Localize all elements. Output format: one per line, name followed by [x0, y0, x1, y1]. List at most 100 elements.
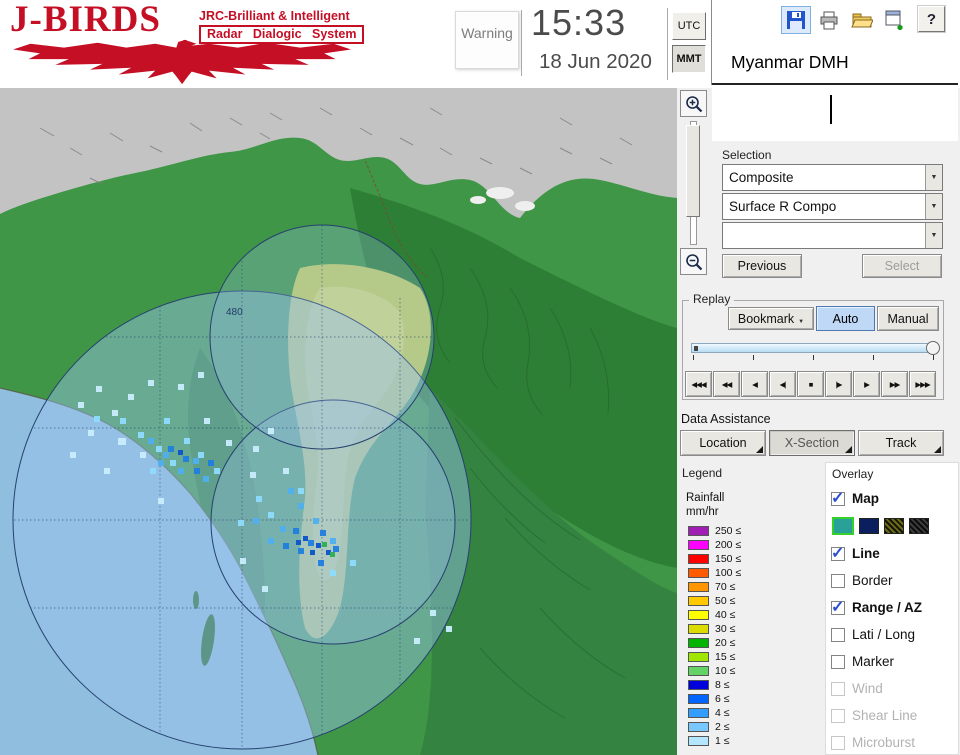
overlay-checkbox-row[interactable]: Shear Line [826, 702, 958, 729]
checkbox-icon[interactable] [831, 543, 845, 563]
text-caret [830, 95, 832, 124]
checkbox-icon[interactable] [831, 735, 845, 750]
surface-value: Surface R Compo [729, 199, 837, 214]
legend-entry: 250 ≤ [688, 524, 741, 538]
radar-map[interactable]: 480 [0, 88, 677, 755]
manual-button[interactable]: Manual [877, 306, 939, 331]
overlay-checkbox-label: Border [852, 573, 893, 588]
playback-button[interactable]: ▶▶▶ [909, 371, 936, 397]
map-style-swatch[interactable] [859, 518, 879, 534]
corner-dropdown-icon [756, 446, 763, 453]
overlay-checkbox-row[interactable]: Marker [826, 648, 958, 675]
zoom-slider-thumb[interactable] [686, 125, 700, 217]
map-style-swatch[interactable] [909, 518, 929, 534]
third-dropdown[interactable] [722, 222, 943, 249]
playback-button[interactable]: ◀| [769, 371, 796, 397]
overlay-checkbox-row[interactable]: Wind [826, 675, 958, 702]
bookmark-label: Bookmark [737, 311, 795, 326]
overlay-checkbox-row[interactable]: Lati / Long [826, 621, 958, 648]
composite-dropdown[interactable]: Composite [722, 164, 943, 191]
overlay-checkbox-row[interactable]: Line [826, 540, 958, 567]
data-assistance-button[interactable]: Track [858, 430, 944, 456]
playback-button[interactable]: ◀◀ [713, 371, 740, 397]
checkbox-icon[interactable] [831, 488, 845, 508]
print-icon [820, 11, 838, 30]
overlay-checkbox-row[interactable]: Microburst [826, 729, 958, 755]
legend-entry-label: 10 ≤ [715, 665, 736, 677]
legend-color-swatch [688, 582, 709, 592]
legend-entry-label: 2 ≤ [715, 721, 730, 733]
checkbox-icon[interactable] [831, 654, 845, 669]
composite-value: Composite [729, 170, 794, 185]
zoom-slider[interactable] [685, 121, 701, 245]
legend-entry-label: 8 ≤ [715, 679, 730, 691]
chevron-down-icon[interactable] [925, 165, 942, 190]
chevron-down-icon[interactable] [925, 223, 942, 248]
overlay-checkbox-row[interactable]: Border [826, 567, 958, 594]
header-divider [711, 0, 712, 85]
toolbar: ? [781, 6, 945, 34]
help-button[interactable]: ? [918, 6, 945, 32]
selection-label: Selection [722, 148, 772, 162]
product-list-box[interactable] [712, 88, 958, 141]
checkbox-icon[interactable] [831, 597, 845, 617]
auto-button[interactable]: Auto [816, 306, 875, 331]
map-style-swatch[interactable] [832, 517, 854, 535]
legend-entry: 8 ≤ [688, 678, 741, 692]
legend-entry: 20 ≤ [688, 636, 741, 650]
bookmark-button[interactable]: Bookmark [728, 307, 814, 330]
replay-slider-thumb[interactable] [926, 341, 940, 355]
map-style-swatch[interactable] [884, 518, 904, 534]
range-ring-label: 480 [226, 307, 243, 318]
utc-button[interactable]: UTC [672, 12, 706, 40]
legend-color-swatch [688, 540, 709, 550]
open-file-button[interactable] [847, 6, 877, 34]
legend-entry: 200 ≤ [688, 538, 741, 552]
playback-button[interactable]: ■ [797, 371, 824, 397]
overlay-checkbox-row[interactable]: Map [826, 485, 958, 512]
export-button[interactable] [880, 6, 910, 34]
logo-title: J-BIRDS [10, 0, 161, 40]
legend-color-swatch [688, 596, 709, 606]
chevron-down-icon[interactable] [925, 194, 942, 219]
legend-entry: 10 ≤ [688, 664, 741, 678]
replay-slider-track[interactable] [691, 343, 937, 353]
surface-dropdown[interactable]: Surface R Compo [722, 193, 943, 220]
checkbox-icon[interactable] [831, 627, 845, 642]
zoom-out-button[interactable] [680, 248, 707, 275]
mmt-button[interactable]: MMT [672, 45, 706, 73]
legend-color-swatch [688, 722, 709, 732]
playback-button[interactable]: |▶ [825, 371, 852, 397]
playback-button[interactable]: ▶▶ [881, 371, 908, 397]
legend-entry: 30 ≤ [688, 622, 741, 636]
data-assistance-button[interactable]: X-Section [769, 430, 855, 456]
legend-entry-label: 250 ≤ [715, 525, 742, 537]
previous-button[interactable]: Previous [722, 254, 802, 278]
overlay-checkbox-label: Map [852, 491, 879, 506]
radar-map-svg: 480 [0, 88, 677, 755]
zoom-in-button[interactable] [680, 90, 707, 117]
overlay-label: Overlay [832, 467, 874, 481]
playback-button[interactable]: ◀ [741, 371, 768, 397]
checkbox-icon[interactable] [831, 708, 845, 723]
save-button[interactable] [781, 6, 811, 34]
chevron-down-icon [798, 312, 804, 326]
data-assistance-button[interactable]: Location [680, 430, 766, 456]
overlay-checkbox-row[interactable]: Range / AZ [826, 594, 958, 621]
warning-button[interactable]: Warning [455, 11, 519, 69]
slider-tick [753, 355, 754, 360]
print-button[interactable] [814, 6, 844, 34]
overlay-list: Line Border Range / AZ Lati / Lo [826, 540, 958, 755]
data-assistance-label: Data Assistance [681, 412, 771, 426]
playback-button[interactable]: ◀◀◀ [685, 371, 712, 397]
select-button[interactable]: Select [862, 254, 942, 278]
legend-color-swatch [688, 680, 709, 690]
playback-button[interactable]: ▶ [853, 371, 880, 397]
map-style-swatches [826, 512, 958, 540]
checkbox-icon[interactable] [831, 681, 845, 696]
slider-tick [693, 355, 694, 360]
checkbox-icon[interactable] [831, 573, 845, 588]
legend-entry-label: 6 ≤ [715, 693, 730, 705]
replay-slider[interactable] [691, 341, 940, 363]
overlay-checkbox-label: Marker [852, 654, 895, 669]
